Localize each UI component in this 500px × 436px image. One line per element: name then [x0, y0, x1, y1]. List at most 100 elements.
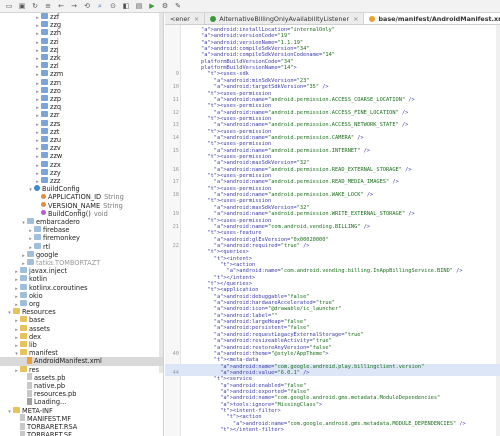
tree-item[interactable]: ▸ zzs: [0, 119, 163, 128]
tree-item[interactable]: ▸ zzz: [0, 177, 163, 185]
folder-open-icon[interactable]: ▭: [4, 1, 14, 11]
tree-item[interactable]: VERSION_NAME String: [0, 202, 163, 210]
search-icon[interactable]: ⌕: [95, 1, 105, 11]
tree-item[interactable]: ▾ manifest: [0, 349, 163, 357]
save-icon[interactable]: ▣: [17, 1, 27, 11]
package-icon: [41, 78, 48, 85]
tree-item-label: APPLICATION_ID: [48, 193, 102, 202]
folder-icon: [20, 365, 27, 372]
decompile-icon[interactable]: ◧: [121, 1, 131, 11]
tree-item[interactable]: ▸ zzp: [0, 95, 163, 103]
tab-0[interactable]: <ener ×: [165, 13, 206, 24]
tree-item-label: kotlin: [29, 275, 48, 284]
tree-item[interactable]: ▸ zzk: [0, 54, 163, 62]
project-tree[interactable]: ▸ zzf ▸ zzg ▸ zzh ▸ zzi ▸ zzj ▸ zzk ▸ zzl ▸ zzm ▸ zzn ▸ zzo…: [0, 13, 164, 436]
tree-item[interactable]: ▸ zzx: [0, 160, 163, 169]
tree-item[interactable]: ▸ base: [0, 316, 163, 324]
tree-item[interactable]: ▸ google: [0, 250, 163, 259]
run-icon[interactable]: ▶: [147, 1, 157, 11]
tree-item[interactable]: ▾ BuildConfig: [0, 185, 163, 194]
tree-item[interactable]: ▸ zzn: [0, 78, 163, 87]
tree-item[interactable]: resources.pb: [0, 389, 163, 398]
tree-item[interactable]: ▸ zzh: [0, 29, 163, 37]
code-line[interactable]: "t"></intent-filter>: [165, 427, 500, 433]
package-icon: [41, 127, 48, 134]
tree-item[interactable]: ▸ dex: [0, 332, 163, 341]
tree-item[interactable]: ▸ zzj: [0, 45, 163, 54]
package-icon: [27, 218, 34, 224]
tree-item[interactable]: ▸ zzu: [0, 136, 163, 144]
tree-item[interactable]: Loading...: [0, 397, 163, 407]
tree-item-label: zzu: [50, 136, 62, 144]
tree-item[interactable]: ▾ embarcadero: [0, 218, 163, 226]
tree-item[interactable]: ▸ res: [0, 365, 163, 374]
tree-item-selected[interactable]: AndroidManifest.xml: [0, 356, 163, 366]
tree-item[interactable]: ▸ javax.inject: [0, 267, 163, 276]
tab-1[interactable]: AlternativeBillingOnlyAvailabilityListen…: [205, 13, 365, 24]
tree-item[interactable]: ▸ zzf: [0, 13, 163, 21]
tree-item[interactable]: ▸ okio: [0, 291, 163, 300]
tree-item[interactable]: APPLICATION_ID String: [0, 193, 163, 202]
tree-item[interactable]: native.pb: [0, 381, 163, 390]
tree-item-label: Loading...: [34, 398, 67, 407]
tree-item-label: BuildConfig: [42, 185, 80, 194]
sync-icon[interactable]: ⟲: [82, 1, 92, 11]
code-editor[interactable]: "a">android:installLocation="internalOnl…: [165, 25, 500, 436]
log-icon[interactable]: ▤: [134, 1, 144, 11]
package-icon: [34, 234, 41, 241]
tree-item[interactable]: ▸ zzq: [0, 103, 163, 111]
tree-item[interactable]: assets.pb: [0, 373, 163, 382]
tree-item[interactable]: ▸ lib: [0, 341, 163, 349]
tree-item[interactable]: ▸ tatka.TOMBORTAZT: [0, 259, 163, 267]
tree-item[interactable]: ▸ zzv: [0, 144, 163, 152]
package-icon: [34, 226, 41, 233]
editor-tabs: <ener × AlternativeBillingOnlyAvailability…: [165, 13, 500, 25]
folder-icon: [20, 341, 27, 347]
package-icon: [41, 168, 48, 175]
close-icon[interactable]: ×: [353, 15, 358, 23]
package-icon: [41, 160, 48, 167]
tree-item[interactable]: ▸ zzo: [0, 86, 163, 95]
tree-item[interactable]: ▸ org: [0, 300, 163, 308]
field-icon: [41, 202, 46, 208]
wrench-icon[interactable]: ✎: [173, 1, 183, 11]
tree-item-label: zzo: [50, 86, 61, 95]
tree-item[interactable]: ▸ zzl: [0, 62, 163, 70]
package-icon: [41, 45, 48, 52]
tree-item[interactable]: ▸ zzw: [0, 152, 163, 160]
tree-item[interactable]: ▸ zzr: [0, 111, 163, 119]
file-icon: [27, 397, 32, 405]
tree-item[interactable]: TORBARET.SF: [0, 430, 163, 436]
tree-item[interactable]: ▸ firebase: [0, 226, 163, 234]
tree-item[interactable]: ▸ zzm: [0, 70, 163, 78]
forward-icon[interactable]: →: [69, 1, 79, 11]
tree-item[interactable]: ▾ Resources: [0, 308, 163, 316]
close-icon[interactable]: ×: [194, 15, 199, 23]
tree-item[interactable]: ▸ assets: [0, 324, 163, 333]
tree-item-label: javax.inject: [29, 267, 67, 276]
tree-item[interactable]: ▸ zzg: [0, 21, 163, 29]
package-icon: [27, 259, 34, 265]
tree-item[interactable]: ▸ kotlin: [0, 275, 163, 284]
tree-item[interactable]: ▸ zzi: [0, 37, 163, 46]
tree-item-label: zzp: [50, 95, 62, 103]
tree-item-label: zzk: [50, 54, 61, 62]
collapse-icon[interactable]: ≡: [43, 1, 53, 11]
back-icon[interactable]: ←: [56, 1, 66, 11]
settings-icon[interactable]: ⚙: [160, 1, 170, 11]
package-icon: [41, 152, 48, 159]
tree-item[interactable]: BuildConfig() void: [0, 209, 163, 218]
tree-item-label: zzt: [50, 127, 60, 136]
tree-item[interactable]: ▸ kotlinx.coroutines: [0, 283, 163, 292]
member-type: void: [93, 209, 108, 218]
folder-icon: [20, 332, 27, 339]
refresh-icon[interactable]: ↻: [30, 1, 40, 11]
tab-2[interactable]: base/manifest/AndroidManifest.xml×: [364, 13, 500, 24]
tree-item-label: zzi: [50, 37, 59, 46]
tree-item[interactable]: ▸ zzt: [0, 127, 163, 136]
tree-item[interactable]: ▸ zzy: [0, 168, 163, 177]
tree-item[interactable]: ▸ firemonkey: [0, 234, 163, 242]
tree-item[interactable]: ▸ rtl: [0, 242, 163, 251]
search-class-icon[interactable]: ⊙: [108, 1, 118, 11]
tree-item-label: META-INF: [22, 406, 53, 415]
